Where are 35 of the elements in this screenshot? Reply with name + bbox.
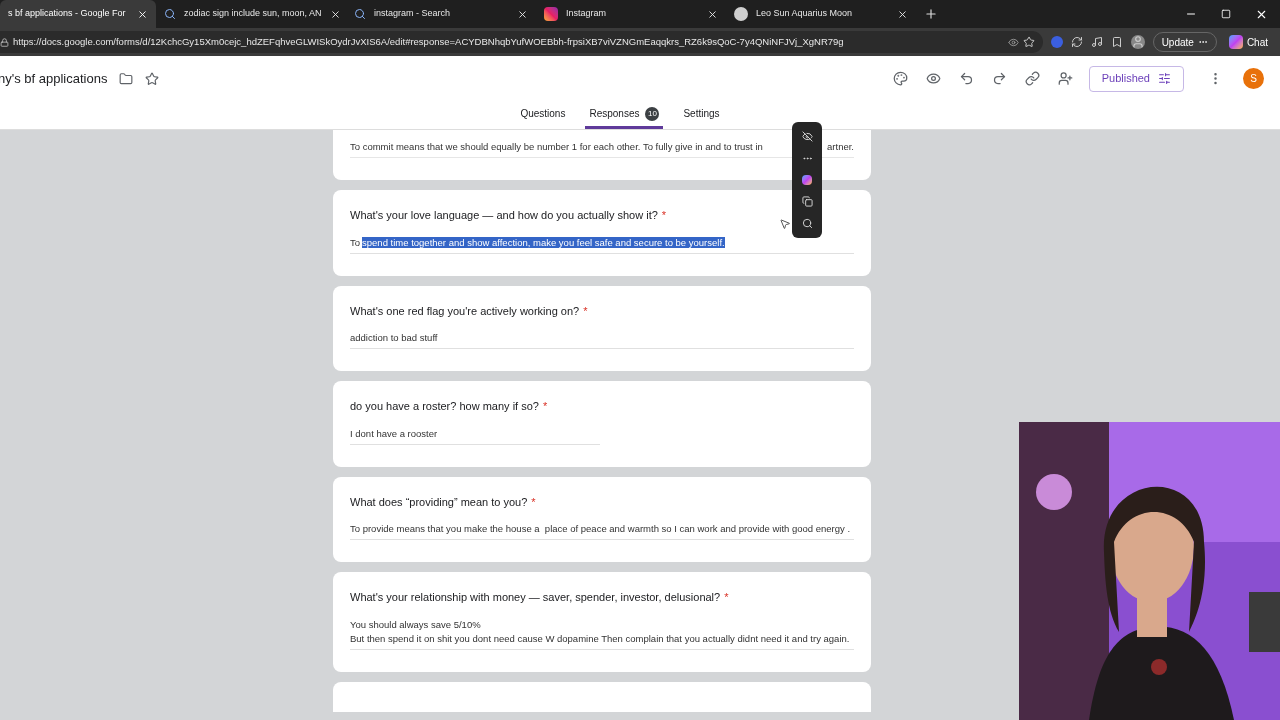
browser-tab[interactable]: Leo Sun Aquarius Moon bbox=[726, 0, 916, 28]
browser-tab[interactable]: instagram - Search bbox=[346, 0, 536, 28]
browser-tab[interactable]: zodiac sign include sun, moon, AN bbox=[156, 0, 346, 28]
selected-text: spend time together and show affection, make you feel safe and secure to be yourself. bbox=[362, 236, 725, 248]
question-text: What does “providing” mean to you? bbox=[350, 494, 528, 510]
form-tab[interactable]: Questions bbox=[516, 101, 570, 129]
question-text: do you have a roster? how many if so? bbox=[350, 399, 539, 414]
required-mark: * bbox=[583, 303, 588, 319]
form-tab[interactable]: Settings bbox=[679, 101, 724, 129]
published-button[interactable]: Published bbox=[1088, 65, 1184, 92]
tab-title: instagram - Search bbox=[374, 7, 452, 21]
url-text: https://docs.google.com/forms/d/12KchcGy15Xm0cejc_hdZEFqhveGLWISkOydrJvXIS6A/edit#response=ACYDBNhqbYufWOEBbh-frpsiXB7viVZNGmEaqqkrs_RZ6k9sQoC-7y4QNiNFJVj_XgNR79g bbox=[13, 34, 845, 49]
required-mark: * bbox=[661, 208, 667, 223]
answer-text: To bbox=[350, 236, 361, 248]
browser-tab[interactable]: Instagram bbox=[536, 0, 726, 28]
tab-title: s bf applications - Google For bbox=[8, 7, 127, 21]
answer-text: To provide means that you make the house a place of peace and warmth so I can work and provide with good energy . bbox=[350, 523, 851, 534]
answer-text: You should always save 5/10% But then spend it on shit you dont need cause W dopamine Then complain that you actually didnt need it and try again. bbox=[350, 618, 850, 644]
required-mark: * bbox=[542, 399, 548, 414]
tab-title: Leo Sun Aquarius Moon bbox=[756, 7, 854, 21]
required-mark: * bbox=[531, 494, 536, 510]
browser-tab[interactable]: s bf applications - Google For bbox=[0, 0, 156, 28]
answer-text: To commit means that we should equally be number 1 for each other. To fully give in and to trust in bbox=[350, 140, 763, 154]
required-mark: * bbox=[724, 590, 729, 605]
question-text: What's your relationship with money — saver, spender, investor, delusional? bbox=[350, 590, 721, 605]
tab-title: Instagram bbox=[566, 7, 608, 21]
answer-text: addiction to bad stuff bbox=[350, 332, 438, 343]
address-field[interactable]: https://docs.google.com/forms/d/12KchcGy15Xm0cejc_hdZEFqhveGLWISkOydrJvXIS6A/edit#response=ACYDBNhqbYufWOEBbh-frpsiXB7viVZNGmEaqqkrs_RZ6k9sQoC-7y4QNiNFJVj_XgNR79g bbox=[0, 31, 1043, 53]
question-text: What's your love language — and how do you actually show it? bbox=[350, 208, 658, 223]
answer-text: artner. bbox=[827, 140, 854, 154]
count-badge: 10 bbox=[645, 106, 660, 121]
question-text: What's one red flag you're actively working on? bbox=[350, 303, 580, 319]
answer-text: I dont have a rooster bbox=[350, 427, 438, 439]
tab-title: zodiac sign include sun, moon, AN bbox=[184, 7, 322, 21]
chat-button[interactable]: Chat bbox=[1224, 32, 1272, 52]
